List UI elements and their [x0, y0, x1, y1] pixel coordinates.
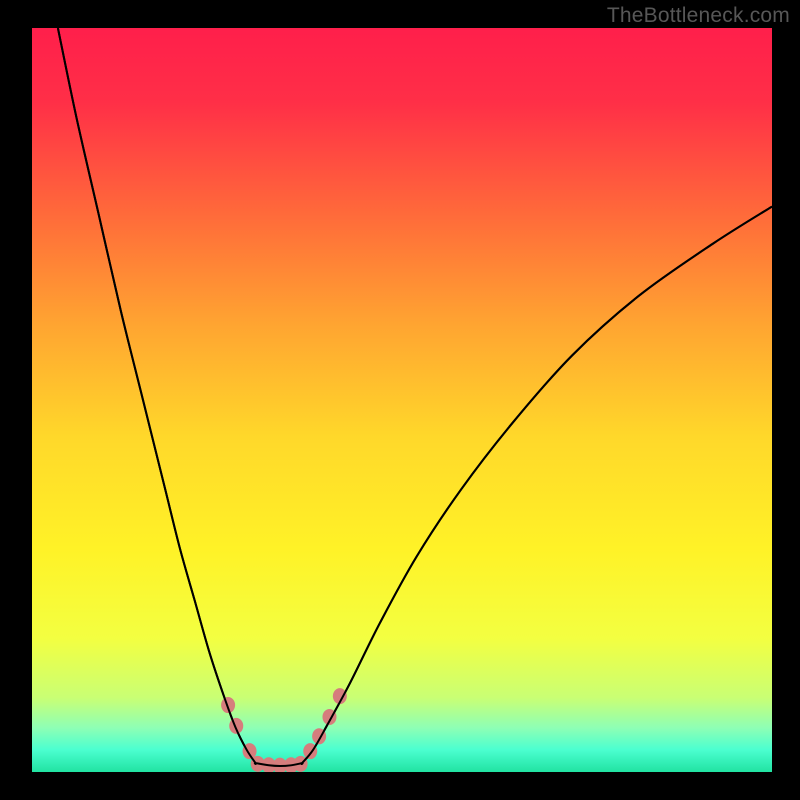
bottleneck-curve-chart	[0, 0, 800, 800]
watermark-text: TheBottleneck.com	[607, 4, 790, 28]
chart-stage: TheBottleneck.com	[0, 0, 800, 800]
